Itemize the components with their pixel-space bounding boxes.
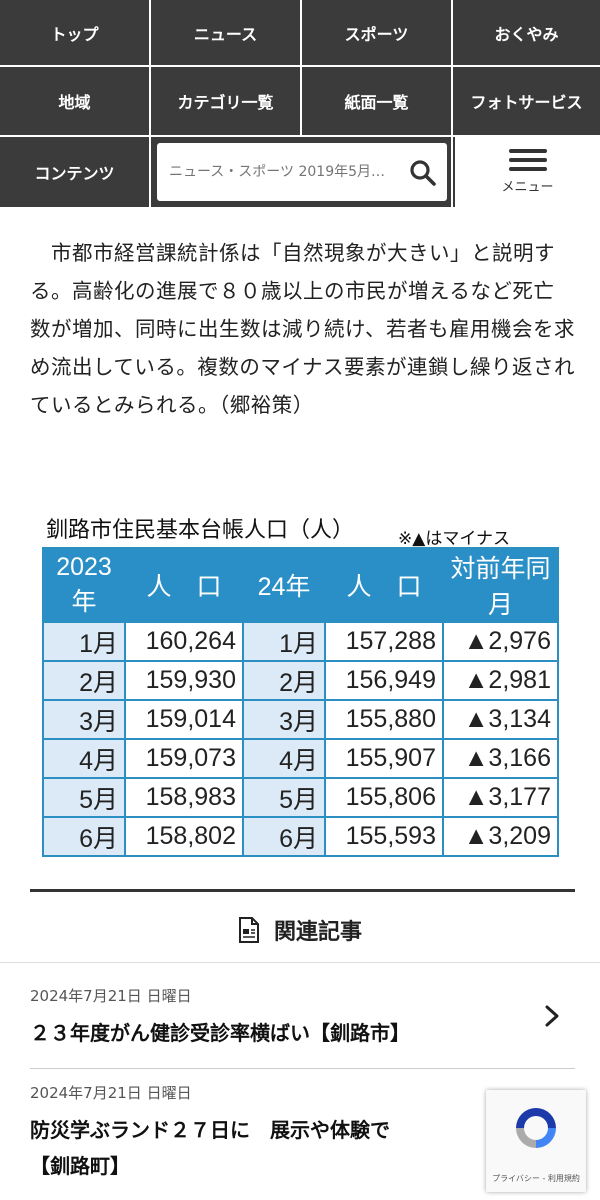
header-yoy: 対前年同月 <box>442 547 559 623</box>
nav-news[interactable]: ニュース <box>151 0 300 65</box>
month-24: 4月 <box>242 738 326 779</box>
yoy-change: ▲2,981 <box>442 660 559 701</box>
population-2023: 159,930 <box>124 660 244 701</box>
search-icon[interactable] <box>409 159 437 187</box>
top-navigation: トップ ニュース スポーツ おくやみ 地域 カテゴリ一覧 紙面一覧 フォトサービ… <box>0 0 600 207</box>
population-2023: 159,073 <box>124 738 244 779</box>
population-24: 155,907 <box>324 738 444 779</box>
search-box <box>157 143 447 201</box>
nav-top[interactable]: トップ <box>0 0 149 65</box>
article-date: 2024年7月21日 日曜日 <box>30 987 192 1005</box>
month-2023: 3月 <box>42 699 126 740</box>
search-area <box>151 137 451 207</box>
population-24: 155,593 <box>324 816 444 857</box>
section-divider <box>30 889 575 892</box>
yoy-change: ▲3,177 <box>442 777 559 818</box>
table-row: 2月 159,930 2月 156,949 ▲2,981 <box>42 660 559 701</box>
item-divider <box>30 1068 575 1069</box>
nav-paper-list[interactable]: 紙面一覧 <box>302 67 451 135</box>
nav-contents[interactable]: コンテンツ <box>0 137 149 207</box>
population-2023: 160,264 <box>124 621 244 662</box>
table-row: 6月 158,802 6月 155,593 ▲3,209 <box>42 816 559 857</box>
table-note: ※▲はマイナス <box>398 529 510 549</box>
recaptcha-links[interactable]: プライバシー - 利用規約 <box>486 1173 586 1184</box>
population-2023: 158,802 <box>124 816 244 857</box>
population-24: 156,949 <box>324 660 444 701</box>
related-article-1[interactable]: 2024年7月21日 日曜日 ２３年度がん健診受診率横ばい【釧路市】 <box>30 985 570 1051</box>
month-2023: 6月 <box>42 816 126 857</box>
month-2023: 1月 <box>42 621 126 662</box>
table-row: 3月 159,014 3月 155,880 ▲3,134 <box>42 699 559 740</box>
population-24: 155,880 <box>324 699 444 740</box>
related-heading: 関連記事 <box>0 905 600 955</box>
yoy-change: ▲3,134 <box>442 699 559 740</box>
table-row: 1月 160,264 1月 157,288 ▲2,976 <box>42 621 559 662</box>
nav-photo-service[interactable]: フォトサービス <box>453 67 600 135</box>
nav-categories[interactable]: カテゴリ一覧 <box>151 67 300 135</box>
chevron-right-icon[interactable] <box>543 1003 561 1029</box>
nav-obituaries[interactable]: おくやみ <box>453 0 600 65</box>
recaptcha-icon <box>516 1108 556 1148</box>
hamburger-icon <box>508 149 547 171</box>
document-icon <box>238 917 259 943</box>
month-2023: 2月 <box>42 660 126 701</box>
menu-label: メニュー <box>501 180 554 195</box>
recaptcha-badge[interactable]: プライバシー - 利用規約 <box>486 1090 586 1192</box>
month-2023: 4月 <box>42 738 126 779</box>
header-year-24: 24年 <box>242 547 326 623</box>
header-year-2023: 2023年 <box>42 547 126 623</box>
yoy-change: ▲2,976 <box>442 621 559 662</box>
population-24: 155,806 <box>324 777 444 818</box>
table-header-row: 2023年 人 口 24年 人 口 対前年同月 <box>42 547 559 623</box>
related-heading-text: 関連記事 <box>273 920 362 945</box>
table-row: 5月 158,983 5月 155,806 ▲3,177 <box>42 777 559 818</box>
search-input[interactable] <box>167 163 407 181</box>
month-24: 3月 <box>242 699 326 740</box>
population-24: 157,288 <box>324 621 444 662</box>
month-24: 1月 <box>242 621 326 662</box>
nav-sports[interactable]: スポーツ <box>302 0 451 65</box>
menu-button[interactable]: メニュー <box>453 137 600 207</box>
nav-region[interactable]: 地域 <box>0 67 149 135</box>
month-24: 5月 <box>242 777 326 818</box>
table-title: 釧路市住民基本台帳人口（人） <box>46 518 355 543</box>
table-row: 4月 159,073 4月 155,907 ▲3,166 <box>42 738 559 779</box>
month-24: 6月 <box>242 816 326 857</box>
month-2023: 5月 <box>42 777 126 818</box>
population-2023: 159,014 <box>124 699 244 740</box>
population-2023: 158,983 <box>124 777 244 818</box>
header-population-2023: 人 口 <box>124 547 244 623</box>
month-24: 2月 <box>242 660 326 701</box>
header-population-24: 人 口 <box>324 547 444 623</box>
article-title[interactable]: ２３年度がん健診受診率横ばい【釧路市】 <box>30 1015 570 1051</box>
population-table: 2023年 人 口 24年 人 口 対前年同月 1月 160,264 1月 15… <box>42 547 559 857</box>
article-body: 市都市経営課統計係は「自然現象が大きい」と説明する。高齢化の進展で８０歳以上の市… <box>30 241 575 417</box>
yoy-change: ▲3,209 <box>442 816 559 857</box>
yoy-change: ▲3,166 <box>442 738 559 779</box>
heading-underline <box>0 962 600 963</box>
